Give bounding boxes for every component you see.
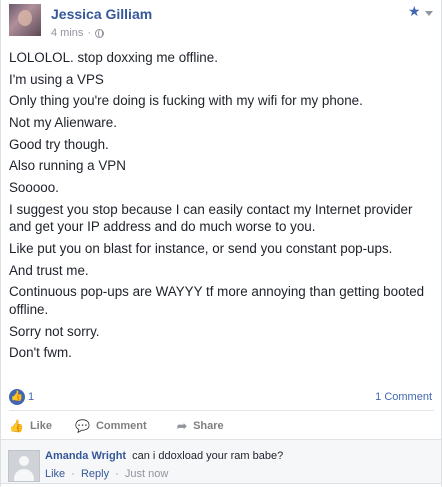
- thumbs-up-icon: 👍: [9, 419, 24, 433]
- comment-text: can i ddoxload your ram babe?: [132, 450, 284, 462]
- meta-separator: ·: [87, 27, 92, 39]
- comment-timestamp[interactable]: Just now: [125, 468, 168, 480]
- post-card: Jessica Gilliam 4 mins · ★ LOLOLOL. stop…: [0, 0, 442, 487]
- commenter-avatar[interactable]: [8, 450, 40, 482]
- post-timestamp[interactable]: 4 mins: [51, 27, 83, 39]
- author-avatar[interactable]: [9, 4, 41, 36]
- comment-like-link[interactable]: Like: [45, 468, 65, 480]
- share-label: Share: [193, 420, 224, 432]
- post-paragraph: I'm using a VPS: [9, 71, 104, 87]
- comment-body: Amanda Wright can i ddoxload your ram ba…: [45, 450, 283, 462]
- share-icon: ➦: [177, 419, 188, 433]
- comment-separator: ·: [71, 468, 75, 480]
- post-paragraph: Sooooo.: [9, 180, 59, 196]
- comment-icon: 💬: [75, 419, 90, 433]
- post-actions: 👍 Like 💬 Comment ➦ Share: [9, 413, 434, 439]
- write-comment-box[interactable]: [1, 483, 441, 487]
- thumbs-up-icon[interactable]: 👍: [9, 389, 25, 405]
- post-paragraph: Sorry not sorry.: [9, 323, 100, 339]
- post-paragraph: I suggest you stop because I can easily …: [9, 201, 413, 235]
- post-paragraph: LOLOLOL. stop doxxing me offline.: [9, 50, 218, 65]
- like-button[interactable]: 👍 Like: [9, 419, 52, 433]
- comment-actions: Like · Reply · Just now: [45, 468, 168, 480]
- post-paragraph: Good try though.: [9, 136, 109, 152]
- post-body: LOLOLOL. stop doxxing me offline. I'm us…: [9, 49, 434, 366]
- reaction-summary: 👍 1 1 Comment: [9, 388, 434, 408]
- post-paragraph: Continuous pop-ups are WAYYY tf more ann…: [9, 284, 425, 317]
- share-button[interactable]: ➦ Share: [177, 419, 224, 433]
- post-paragraph: Not my Alienware.: [9, 115, 117, 131]
- comment-button[interactable]: 💬 Comment: [75, 419, 147, 433]
- post-header: Jessica Gilliam 4 mins · ★: [1, 0, 441, 46]
- comment-reply-link[interactable]: Reply: [81, 468, 109, 480]
- chevron-down-icon[interactable]: [425, 11, 433, 16]
- post-paragraph: Don't fwm.: [9, 345, 72, 361]
- divider: [9, 410, 434, 411]
- author-name[interactable]: Jessica Gilliam: [51, 6, 152, 22]
- post-meta: 4 mins ·: [51, 27, 105, 39]
- post-paragraph: And trust me.: [9, 262, 89, 278]
- post-paragraph: Like put you on blast for instance, or s…: [9, 241, 393, 256]
- comment-author[interactable]: Amanda Wright: [45, 450, 126, 462]
- comment-separator: ·: [115, 468, 119, 480]
- globe-icon[interactable]: [95, 28, 105, 38]
- post-paragraph: Only thing you're doing is fucking with …: [9, 93, 363, 109]
- comments-section: Amanda Wright can i ddoxload your ram ba…: [1, 439, 441, 487]
- star-icon[interactable]: ★: [408, 3, 421, 20]
- comment-label: Comment: [95, 420, 147, 432]
- like-count[interactable]: 1: [28, 391, 34, 403]
- like-label: Like: [29, 420, 52, 432]
- post-paragraph: Also running a VPN: [9, 158, 126, 174]
- comment-count[interactable]: 1 Comment: [375, 391, 432, 403]
